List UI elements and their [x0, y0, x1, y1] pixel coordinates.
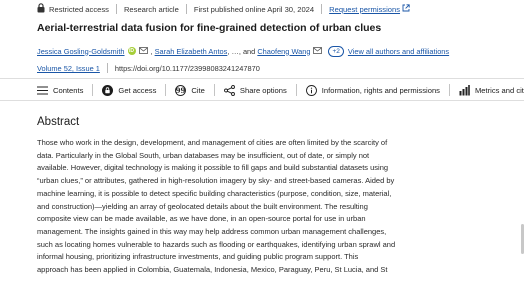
lock-icon [102, 84, 114, 96]
author-link[interactable]: Jessica Gosling-Goldsmith [37, 47, 125, 56]
contents-label: Contents [53, 85, 84, 95]
quote-icon: 99 [175, 84, 187, 96]
author-list: Jessica Gosling-Goldsmith iD , Sarah Eli… [37, 45, 450, 57]
share-options-button[interactable]: Share options [223, 84, 287, 96]
get-access-label: Get access [118, 85, 157, 95]
divider [106, 63, 108, 73]
divider [115, 4, 117, 14]
issue-info: Volume 52, Issue 1 https://doi.org/10.11… [37, 62, 260, 74]
orcid-icon[interactable]: iD [127, 47, 136, 55]
abstract-line: management. The insights gained in this … [37, 226, 387, 236]
doi-link[interactable]: https://doi.org/10.1177/2399808324124787… [115, 64, 260, 73]
divider [213, 84, 215, 96]
divider [321, 4, 323, 14]
external-link-icon [402, 4, 410, 14]
access-status: Restricted access [49, 4, 109, 14]
share-options-label: Share options [239, 85, 287, 95]
view-all-authors-link[interactable]: View all authors and affiliations [348, 47, 449, 56]
contents-button[interactable]: Contents [37, 86, 83, 95]
menu-icon [37, 85, 48, 95]
author-separator: , …, and [227, 46, 256, 56]
information-rights-button[interactable]: Information, rights and permissions [305, 84, 440, 96]
metrics-button[interactable]: Metrics and cita [459, 84, 524, 96]
abstract-line: approach has been applied in Colombia, G… [37, 265, 388, 275]
cite-label: Cite [191, 85, 205, 95]
published-date: First published online April 30, 2024 [193, 4, 315, 14]
article-type: Research article [123, 4, 179, 14]
abstract-line: composite view can be made available, as… [37, 214, 366, 224]
toolbar-top-border [0, 78, 524, 79]
svg-text:99: 99 [176, 86, 186, 95]
metrics-label: Metrics and cita [474, 85, 524, 95]
abstract-line: such as locating homes vulnerable to haz… [37, 239, 396, 249]
divider [448, 84, 450, 96]
request-permissions-link[interactable]: Request permissions [329, 5, 400, 14]
lock-icon [37, 3, 45, 15]
article-toolbar: Contents Get access 99 Cite Share option… [37, 82, 524, 98]
mail-icon[interactable] [138, 46, 148, 56]
divider [295, 84, 297, 96]
divider [185, 4, 187, 14]
author-link[interactable]: Chaofeng Wang [257, 47, 310, 56]
abstract-line: and construction)—yielding an array of g… [37, 201, 368, 211]
abstract-text: Those who work in the design, developmen… [37, 137, 507, 277]
article-meta-bar: Restricted access Research article First… [37, 2, 410, 16]
abstract-heading: Abstract [37, 116, 80, 128]
cite-button[interactable]: 99 Cite [175, 84, 205, 96]
article-title: Aerial-terrestrial data fusion for fine-… [37, 22, 382, 34]
more-authors-badge[interactable]: +2 [328, 45, 344, 57]
info-icon [305, 84, 317, 96]
toolbar-bottom-border [0, 100, 524, 101]
get-access-button[interactable]: Get access [102, 84, 157, 96]
share-icon [223, 84, 235, 96]
author-link[interactable]: Sarah Elizabeth Antos [155, 47, 228, 56]
mail-icon[interactable] [313, 46, 323, 56]
abstract-line: available. However, digital technology i… [37, 163, 389, 173]
abstract-line: Those who work in the design, developmen… [37, 138, 388, 147]
divider [165, 84, 167, 96]
abstract-line: data. Particularly in the Global South, … [37, 150, 370, 160]
information-rights-label: Information, rights and permissions [321, 85, 440, 95]
abstract-line: machine learning, it is possible to dete… [37, 188, 392, 198]
abstract-line: informal housing, prioritizing infrastru… [37, 252, 359, 262]
divider [92, 84, 94, 96]
abstract-line: “urban clues,” or attributes, gathered i… [37, 176, 395, 186]
volume-issue-link[interactable]: Volume 52, Issue 1 [37, 64, 100, 73]
bar-chart-icon [459, 84, 470, 96]
